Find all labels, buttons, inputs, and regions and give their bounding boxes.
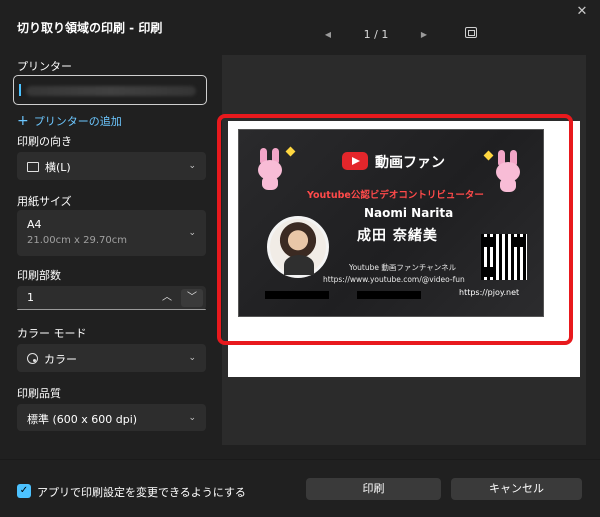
printer-name-redacted xyxy=(26,86,196,96)
plus-icon: + xyxy=(17,113,29,129)
next-page-icon[interactable]: ▶ xyxy=(416,30,432,39)
orientation-select[interactable]: 横(L) ⌄ xyxy=(17,152,206,180)
copies-stepper-buttons: ︿ ﹀ xyxy=(156,289,203,307)
paper-size-detail: 21.00cm x 29.70cm xyxy=(27,235,128,246)
page-indicator: 1 / 1 xyxy=(363,27,389,41)
palette-icon xyxy=(27,353,38,364)
quality-label: 印刷品質 xyxy=(17,387,61,400)
cancel-button[interactable]: キャンセル xyxy=(451,478,582,500)
printer-label: プリンター xyxy=(17,60,72,73)
orientation-value-wrap: 横(L) xyxy=(27,159,71,175)
paper-size-label: 用紙サイズ xyxy=(17,195,72,208)
print-dialog: 切り取り領域の印刷 - 印刷 ✕ ◀ 1 / 1 ▶ プリンター + プリンター… xyxy=(0,0,600,517)
chevron-down-icon: ⌄ xyxy=(188,228,196,238)
window-title: 切り取り領域の印刷 - 印刷 xyxy=(17,21,163,35)
color-mode-label: カラー モード xyxy=(17,327,87,340)
chevron-up-icon[interactable]: ︿ xyxy=(156,289,178,307)
chevron-down-icon: ⌄ xyxy=(188,412,196,423)
print-button[interactable]: 印刷 xyxy=(306,478,441,500)
text-caret xyxy=(19,84,21,96)
close-icon[interactable]: ✕ xyxy=(574,4,590,20)
color-mode-value-wrap: カラー xyxy=(27,351,77,367)
fit-page-icon[interactable] xyxy=(465,27,477,38)
chevron-down-icon[interactable]: ﹀ xyxy=(181,289,203,307)
add-printer-label: プリンターの追加 xyxy=(33,115,122,128)
paper-size-value: A4 xyxy=(27,218,42,231)
copies-underline xyxy=(17,309,206,310)
allow-app-settings-label[interactable]: アプリで印刷設定を変更できるようにする xyxy=(37,484,246,500)
color-mode-value: カラー xyxy=(44,353,77,366)
paper-size-select[interactable]: A4 21.00cm x 29.70cm ⌄ xyxy=(17,210,206,256)
quality-value: 標準 (600 x 600 dpi) xyxy=(27,413,138,426)
checkmark-icon[interactable]: ✓ xyxy=(17,484,31,498)
highlight-preview xyxy=(217,114,573,345)
orientation-icon xyxy=(27,162,39,172)
color-mode-select[interactable]: カラー ⌄ xyxy=(17,344,206,372)
chevron-down-icon: ⌄ xyxy=(188,161,196,171)
prev-page-icon[interactable]: ◀ xyxy=(320,30,336,39)
orientation-value: 横(L) xyxy=(45,161,71,174)
page-navigator: ◀ 1 / 1 ▶ xyxy=(320,26,432,42)
printer-select[interactable] xyxy=(13,75,207,105)
copies-value: 1 xyxy=(27,291,34,304)
add-printer-link[interactable]: + プリンターの追加 xyxy=(17,113,122,129)
copies-stepper[interactable]: 1 ︿ ﹀ xyxy=(17,286,206,310)
orientation-label: 印刷の向き xyxy=(17,135,72,148)
quality-select[interactable]: 標準 (600 x 600 dpi) ⌄ xyxy=(17,404,206,431)
chevron-down-icon: ⌄ xyxy=(188,353,196,363)
copies-label: 印刷部数 xyxy=(17,269,61,282)
